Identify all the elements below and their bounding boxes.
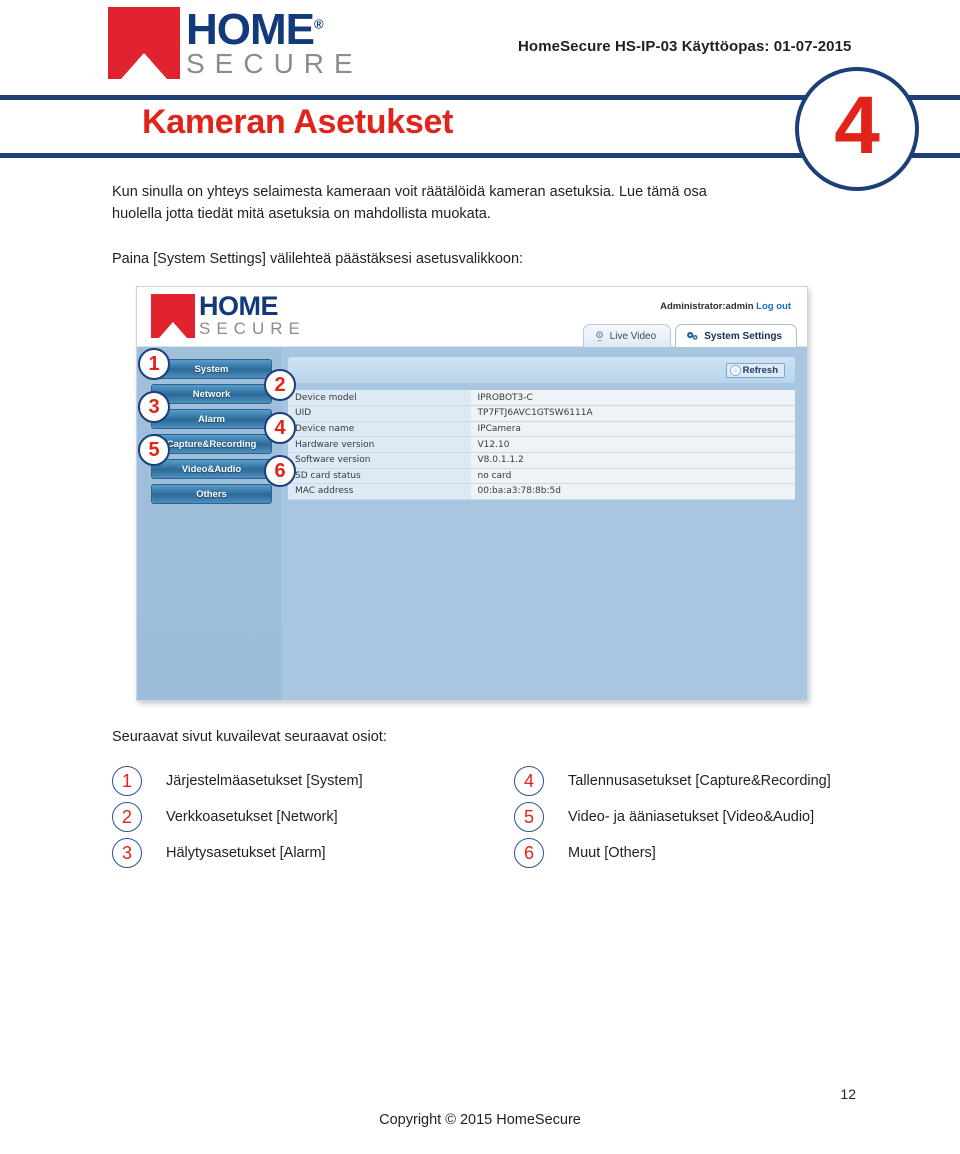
chapter-number-badge: 4 [795,67,919,191]
page-title: Kameran Asetukset [142,103,454,141]
info-key: SD card status [288,468,471,485]
logo-home-label: HOME [186,5,315,54]
callout-1: 1 [138,348,170,381]
registered-mark-icon: ® [314,16,324,32]
list-item: 2 Verkkoasetukset [Network] [112,799,470,835]
legend-label-4: Tallennusasetukset [Capture&Recording] [568,773,831,790]
camera-ui-tabs: Live Video System Settings [582,324,797,348]
legend-list: 1 Järjestelmäasetukset [System] 4 Tallen… [112,763,872,871]
list-item: 6 Muut [Others] [514,835,872,871]
legend-label-2: Verkkoasetukset [Network] [166,809,338,826]
camera-logo-secure-label: SECURE [199,318,306,338]
camera-ui-body: System Network Alarm Capture&Recording V… [137,347,807,701]
camera-ui-logo: HOME SECURE [151,291,306,339]
page-number: 12 [840,1086,856,1102]
intro-paragraph-2: Paina [System Settings] välilehteä pääst… [112,251,524,268]
legend-label-5: Video- ja ääniasetukset [Video&Audio] [568,809,815,826]
legend-number-1: 1 [112,766,142,797]
document-title: HomeSecure HS-IP-03 Käyttöopas: 01-07-20… [518,38,852,55]
logo-wordmark: HOME® SECURE [186,7,363,79]
camera-logo-home-label: HOME [199,291,278,322]
table-row: Software version V8.0.1.1.2 [288,452,795,469]
info-key: Device model [288,390,471,407]
refresh-button[interactable]: Refresh [725,362,785,378]
camera-web-interface: HOME SECURE Administrator:admin Log out … [136,286,808,702]
info-value: V12.10 [470,436,795,453]
legend-label-6: Muut [Others] [568,845,656,862]
page-footer: 12 Copyright © 2015 HomeSecure [0,1074,960,1154]
info-value: 00:ba:a3:78:8b:5d [470,483,795,500]
intro-paragraph-1: Kun sinulla on yhteys selaimesta kameraa… [112,184,707,223]
info-key: Software version [288,452,471,469]
camera-ui-screenshot: HOME SECURE Administrator:admin Log out … [136,286,808,702]
sidebar-item-video-audio[interactable]: Video&Audio [151,459,272,480]
gears-icon [686,330,699,342]
callout-6: 6 [264,455,296,488]
table-row: UID TP7FTJ6AVC1GTSW6111A [288,405,795,422]
document-page: HOME® SECURE HomeSecure HS-IP-03 Käyttöo… [0,0,960,1154]
house-logo-icon [151,294,195,339]
refresh-icon [730,365,740,375]
table-row: SD card status no card [288,468,795,485]
tab-live-video-label: Live Video [609,330,657,342]
legend-number-3: 3 [112,838,142,869]
legend-number-2: 2 [112,802,142,833]
info-value: V8.0.1.1.2 [470,452,795,469]
refresh-button-label: Refresh [742,364,778,376]
callout-3: 3 [138,391,170,424]
info-key: UID [288,405,471,422]
refresh-toolbar: Refresh [288,357,795,384]
copyright-notice: Copyright © 2015 HomeSecure [379,1112,581,1128]
info-value: IPCamera [470,421,795,438]
device-info-table: Device model IPROBOT3-C UID TP7FTJ6AVC1G… [288,390,795,500]
camera-icon [594,330,605,342]
table-row: Hardware version V12.10 [288,436,795,453]
chapter-header: Kameran Asetukset 4 [0,67,960,191]
house-logo-icon [108,7,180,79]
info-key: Device name [288,421,471,438]
legend-number-5: 5 [514,802,544,833]
legend-label-3: Hälytysasetukset [Alarm] [166,845,326,862]
intro-text-block: Kun sinulla on yhteys selaimesta kameraa… [112,181,872,270]
camera-ui-header: HOME SECURE Administrator:admin Log out … [137,287,807,348]
homesecure-logo: HOME® SECURE [108,7,363,79]
legend-label-1: Järjestelmäasetukset [System] [166,773,363,790]
chapter-number-label: 4 [834,80,880,171]
legend-number-6: 6 [514,838,544,869]
info-key: Hardware version [288,436,471,453]
tab-live-video[interactable]: Live Video [582,324,672,348]
admin-label: Administrator:admin [660,301,754,313]
tab-system-settings[interactable]: System Settings [675,324,797,348]
list-item: 5 Video- ja ääniasetukset [Video&Audio] [514,799,872,835]
info-value: TP7FTJ6AVC1GTSW6111A [470,405,795,422]
info-value: no card [470,468,795,485]
info-value: IPROBOT3-C [470,390,795,407]
camera-ui-content: Refresh Device model IPROBOT3-C UID TP7F… [282,347,807,701]
logo-home-text: HOME® [186,8,324,52]
legend-number-4: 4 [514,766,544,797]
list-item: 1 Järjestelmäasetukset [System] [112,763,470,799]
logout-link[interactable]: Log out [756,301,791,312]
table-row: Device model IPROBOT3-C [288,390,795,407]
table-row: Device name IPCamera [288,421,795,438]
legend-intro: Seuraavat sivut kuvailevat seuraavat osi… [112,729,387,746]
admin-status: Administrator:admin Log out [660,301,791,312]
callout-5: 5 [138,434,170,467]
list-item: 3 Hälytysasetukset [Alarm] [112,835,470,871]
callout-4: 4 [264,412,296,445]
callout-2: 2 [264,369,296,402]
list-item: 4 Tallennusasetukset [Capture&Recording] [514,763,872,799]
info-key: MAC address [288,483,471,500]
tab-system-settings-label: System Settings [704,330,782,342]
sidebar-item-others[interactable]: Others [151,484,272,505]
table-row: MAC address 00:ba:a3:78:8b:5d [288,483,795,500]
